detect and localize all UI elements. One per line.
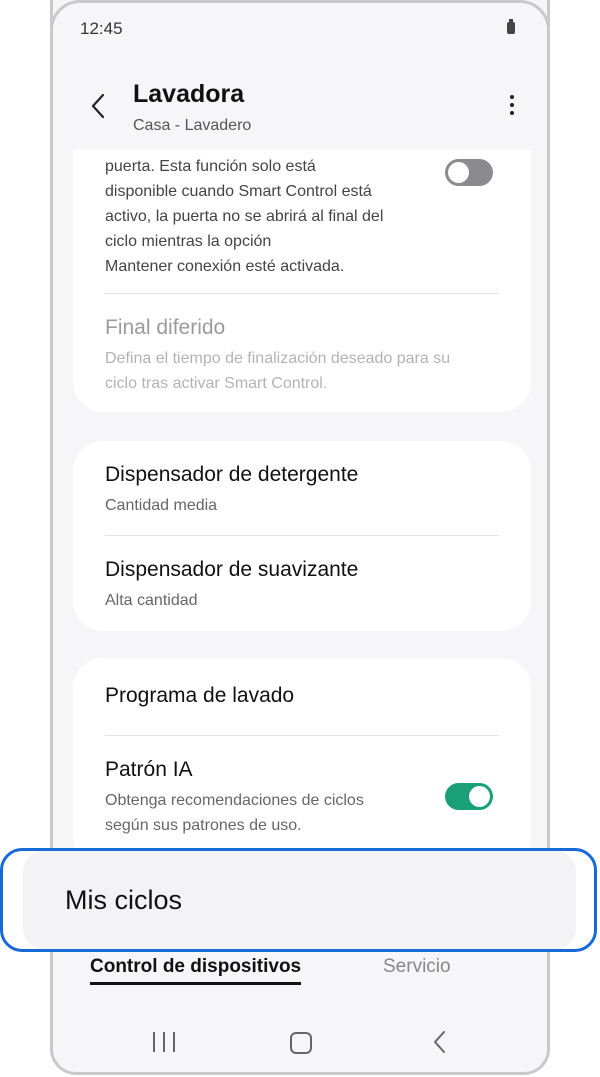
more-options-icon[interactable] [509,95,515,119]
description-line: Mantener conexión esté activada. [105,258,345,275]
my-cycles-highlight[interactable]: Mis ciclos [0,848,597,952]
description-line: ciclo mientras la opción [105,233,272,250]
description-line: puerta. Esta función solo está [105,158,316,175]
page-title: Lavadora [133,80,245,108]
ai-pattern-row: Patrón IA Obtenga recomendaciones de cic… [105,758,364,838]
wash-program-label: Programa de lavado [105,684,295,707]
final-diferido-row: Final diferido Defina el tiempo de final… [105,316,450,396]
battery-icon [507,19,515,34]
nav-back-icon[interactable] [431,1030,449,1054]
dispenser-card: Dispensador de detergente Cantidad media… [73,441,531,631]
divider [105,735,499,736]
recents-icon[interactable] [153,1032,175,1052]
ai-pattern-description: Obtenga recomendaciones de ciclos según … [105,788,364,838]
description-line: activo, la puerta no se abrirá al final … [105,208,384,225]
detergent-dispenser-label: Dispensador de detergente [105,463,359,486]
description-line: disponible cuando Smart Control está [105,183,372,200]
status-time: 12:45 [80,19,123,38]
program-card: Programa de lavado Patrón IA Obtenga rec… [73,658,531,868]
back-arrow-icon[interactable] [89,92,109,120]
toggle-knob [448,162,469,183]
page-subtitle: Casa - Lavadero [133,117,252,134]
softener-dispenser-value: Alta cantidad [105,592,198,609]
description-line: Defina el tiempo de finalización deseado… [105,350,451,367]
softener-dispenser-label: Dispensador de suavizante [105,558,359,581]
door-settings-card: puerta. Esta función solo está disponibl… [73,120,531,412]
description-line: ciclo tras activar Smart Control. [105,375,328,392]
divider [105,535,499,536]
final-diferido-description: Defina el tiempo de finalización deseado… [105,346,450,396]
door-lock-toggle[interactable] [445,159,493,186]
wash-program-row[interactable]: Programa de lavado [105,684,294,708]
app-header: Lavadora Casa - Lavadero [53,60,547,150]
ai-pattern-label: Patrón IA [105,758,193,781]
description-line: según sus patrones de uso. [105,817,302,834]
description-line: Obtenga recomendaciones de ciclos [105,792,364,809]
softener-dispenser-row[interactable]: Dispensador de suavizante Alta cantidad [105,558,358,613]
tab-service[interactable]: Servicio [383,956,451,978]
home-icon[interactable] [290,1032,312,1054]
ai-pattern-toggle[interactable] [445,783,493,810]
detergent-dispenser-row[interactable]: Dispensador de detergente Cantidad media [105,463,358,518]
divider [105,293,499,294]
tab-device-control[interactable]: Control de dispositivos [90,956,302,985]
status-bar: 12:45 [53,0,547,56]
door-lock-description: puerta. Esta función solo está disponibl… [105,154,425,279]
toggle-knob [469,786,490,807]
detergent-dispenser-value: Cantidad media [105,497,218,514]
final-diferido-label: Final diferido [105,316,226,339]
my-cycles-label: Mis ciclos [65,885,183,915]
system-nav-bar [53,1010,547,1070]
